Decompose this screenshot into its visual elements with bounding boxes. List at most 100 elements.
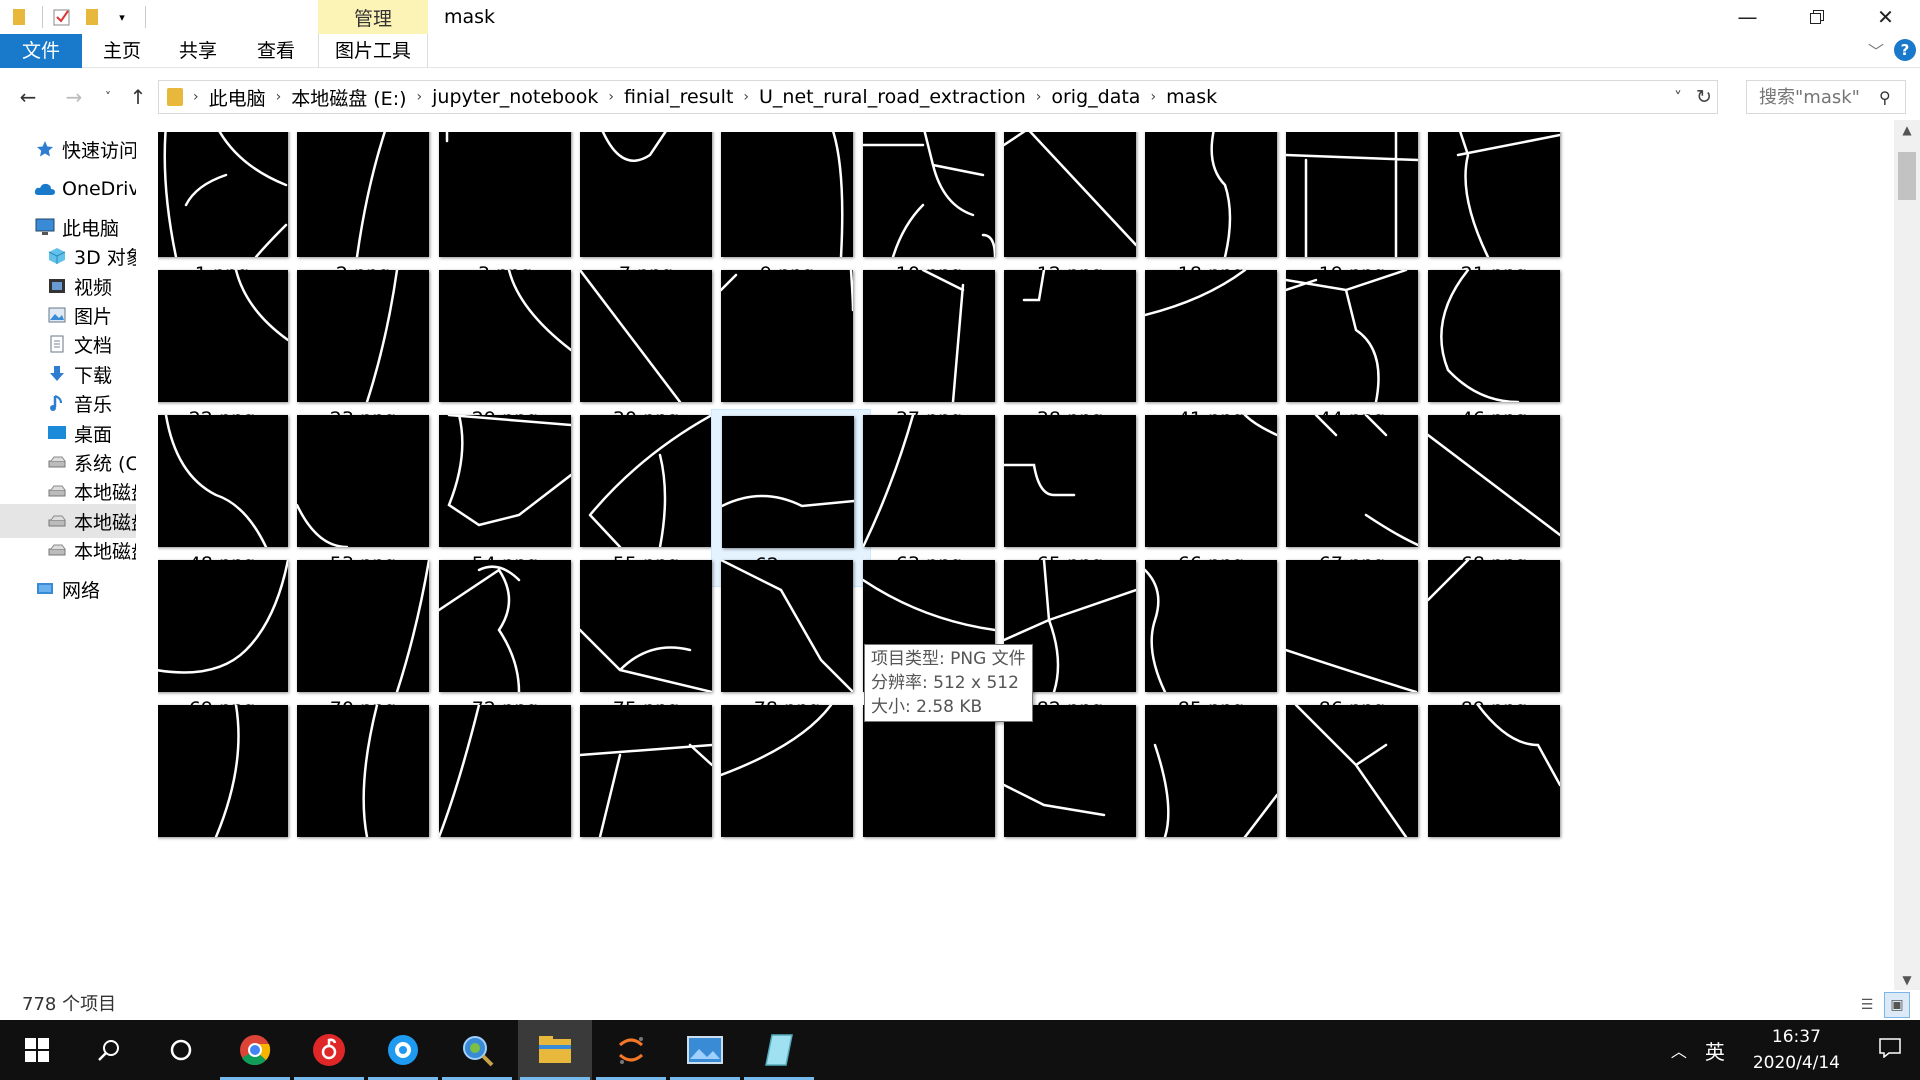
taskbar: ︿ 英 16:37 2020/4/14 [0, 1020, 1920, 1080]
back-icon[interactable]: ← [12, 80, 44, 114]
help-icon[interactable]: ? [1894, 39, 1916, 61]
chevron-right-icon[interactable]: › [193, 89, 199, 105]
search-box[interactable]: ⚲ [1746, 80, 1906, 114]
close-icon[interactable]: ✕ [1851, 0, 1920, 34]
cortana-icon[interactable] [144, 1020, 218, 1080]
sidebar-item[interactable]: 3D 对象 [0, 239, 136, 273]
windows-icon[interactable] [0, 1020, 74, 1080]
tab-file[interactable]: 文件 [0, 34, 82, 68]
up-icon[interactable]: ↑ [124, 80, 152, 114]
scroll-up-icon[interactable]: ▲ [1894, 120, 1920, 140]
breadcrumb-mask[interactable]: mask [1166, 86, 1217, 108]
image-thumbnail [863, 415, 995, 547]
sidebar-item[interactable]: 音乐 [0, 386, 136, 420]
tab-view[interactable]: 查看 [246, 34, 306, 68]
magnifier-app-icon[interactable] [440, 1020, 514, 1080]
file-item[interactable] [1418, 699, 1578, 877]
file-explorer-icon[interactable] [518, 1020, 592, 1080]
breadcrumb-orig-data[interactable]: orig_data [1051, 86, 1140, 108]
new-folder-icon[interactable] [81, 6, 103, 28]
chevron-down-icon[interactable]: ˅ [1665, 88, 1691, 107]
sidebar-item[interactable]: 文档 [0, 327, 136, 361]
photos-icon[interactable] [668, 1020, 742, 1080]
properties-icon[interactable] [51, 6, 73, 28]
chevron-right-icon[interactable]: › [276, 89, 282, 105]
file-item[interactable] [429, 699, 589, 877]
chevron-right-icon[interactable]: › [608, 89, 614, 105]
file-item[interactable] [994, 699, 1154, 877]
jupyter-icon[interactable] [594, 1020, 668, 1080]
breadcrumb-this-pc[interactable]: 此电脑 [209, 84, 266, 111]
image-thumbnail [580, 705, 712, 837]
title-bar: ▾ 管理 mask — ✕ [0, 0, 1920, 34]
address-bar[interactable]: › 此电脑 › 本地磁盘 (E:) › jupyter_notebook › f… [158, 80, 1718, 114]
restore-icon[interactable] [1782, 0, 1851, 34]
breadcrumb-drive-e[interactable]: 本地磁盘 (E:) [291, 84, 406, 111]
dropdown-icon[interactable]: ▾ [111, 6, 133, 28]
notepad-icon[interactable] [742, 1020, 816, 1080]
breadcrumb-finial-result[interactable]: finial_result [624, 86, 733, 108]
sidebar-item[interactable]: 网络 [0, 572, 136, 606]
drive-icon [46, 511, 68, 531]
sidebar-item[interactable]: 本地磁盘 (D:) [0, 474, 136, 508]
image-thumbnail [439, 132, 571, 257]
tab-picture-tools[interactable]: 图片工具 [318, 34, 428, 68]
navigation-bar: ← → ˅ ↑ › 此电脑 › 本地磁盘 (E:) › jupyter_note… [0, 80, 1920, 114]
drive-icon [46, 452, 68, 472]
clock[interactable]: 16:37 2020/4/14 [1753, 1024, 1840, 1076]
sidebar-item-label: 图片 [74, 305, 113, 328]
chrome-icon[interactable] [218, 1020, 292, 1080]
file-item[interactable] [1276, 699, 1436, 877]
chevron-right-icon[interactable]: › [743, 89, 749, 105]
recent-locations-icon[interactable]: ˅ [98, 80, 118, 114]
system-tray: ︿ 英 16:37 2020/4/14 [1671, 1020, 1920, 1080]
image-thumbnail [863, 705, 995, 837]
minimize-icon[interactable]: — [1713, 0, 1782, 34]
sidebar-item-label: 本地磁盘 (E:) [74, 511, 136, 534]
ime-indicator[interactable]: 英 [1705, 1036, 1725, 1065]
3d-objects-icon [46, 246, 68, 266]
breadcrumb-jupyter[interactable]: jupyter_notebook [432, 86, 598, 108]
search-icon[interactable] [72, 1020, 146, 1080]
expand-ribbon-icon[interactable]: ﹀ [1868, 38, 1884, 62]
file-item[interactable] [287, 699, 447, 877]
file-item[interactable] [711, 699, 871, 877]
chevron-right-icon[interactable]: › [417, 89, 423, 105]
search-input[interactable] [1759, 86, 1879, 108]
tab-manage[interactable]: 管理 [318, 0, 428, 34]
qq-browser-icon[interactable] [366, 1020, 440, 1080]
forward-icon[interactable]: → [58, 80, 90, 114]
large-icons-view-icon[interactable]: ▣ [1884, 992, 1910, 1018]
chevron-right-icon[interactable]: › [1150, 89, 1156, 105]
image-thumbnail [1428, 415, 1560, 547]
sidebar-item-label: 音乐 [74, 393, 113, 416]
file-item[interactable] [853, 699, 1013, 877]
scroll-thumb[interactable] [1898, 152, 1916, 200]
image-thumbnail [297, 705, 429, 837]
search-icon[interactable]: ⚲ [1879, 88, 1891, 107]
notification-icon[interactable] [1860, 1038, 1920, 1062]
tab-home[interactable]: 主页 [92, 34, 152, 68]
sidebar-item[interactable]: 本地磁盘 (F:) [0, 533, 136, 567]
sidebar-item[interactable]: OneDrive [0, 172, 136, 206]
file-item[interactable] [1135, 699, 1295, 877]
netease-music-icon[interactable] [292, 1020, 366, 1080]
file-item[interactable] [570, 699, 730, 877]
details-view-icon[interactable]: ☰ [1854, 992, 1880, 1018]
breadcrumb-unet[interactable]: U_net_rural_road_extraction [759, 86, 1026, 108]
image-thumbnail [721, 270, 853, 402]
quick-access-toolbar: ▾ [0, 0, 146, 34]
vertical-scrollbar[interactable]: ▲ ▼ [1894, 120, 1920, 990]
status-bar: 778 个项目 ☰ ▣ [0, 990, 1920, 1020]
sidebar-item-label: 本地磁盘 (D:) [74, 481, 136, 504]
chevron-right-icon[interactable]: › [1036, 89, 1042, 105]
folder-icon[interactable] [8, 6, 30, 28]
file-item[interactable] [158, 699, 306, 877]
refresh-icon[interactable]: ↻ [1691, 86, 1717, 108]
image-thumbnail [1286, 705, 1418, 837]
scroll-down-icon[interactable]: ▼ [1894, 970, 1920, 990]
sidebar-item[interactable]: 快速访问 [0, 140, 136, 166]
tab-share[interactable]: 共享 [168, 34, 228, 68]
sidebar-item-label: 桌面 [74, 423, 113, 446]
chevron-up-icon[interactable]: ︿ [1671, 1038, 1687, 1062]
